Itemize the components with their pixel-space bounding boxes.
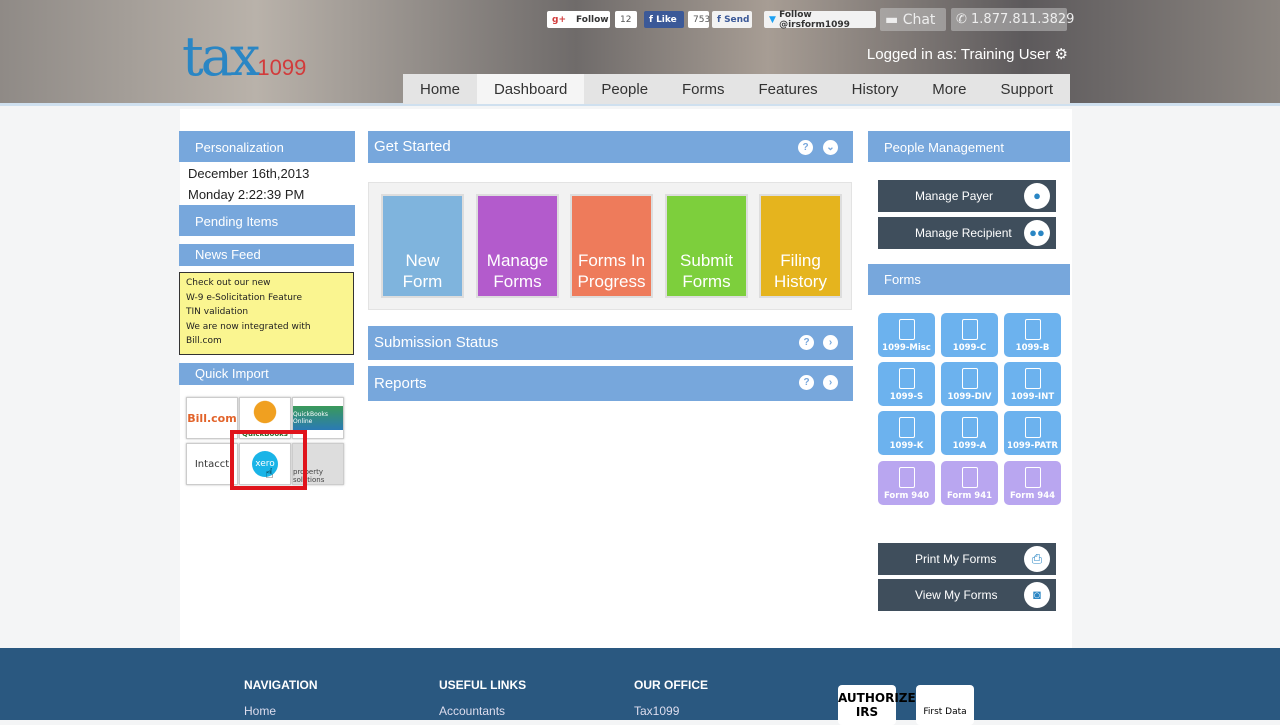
footer-useful-links-heading: USEFUL LINKS (439, 678, 527, 692)
gplus-follow-button[interactable]: g+ Follow (547, 11, 610, 28)
tile-filing-history[interactable]: Filing History (759, 194, 842, 298)
phone-number: ✆ 1.877.811.3829 (951, 8, 1074, 31)
forms-header: Forms (868, 264, 1070, 295)
form-1099-k[interactable]: 1099-K (878, 411, 935, 455)
pending-items-header[interactable]: Pending Items (179, 205, 355, 236)
tile-manage-forms[interactable]: Manage Forms (476, 194, 559, 298)
header: tax1099 g+ Follow 12 f Like 753 f Send ▼ … (0, 0, 1280, 106)
expand-icon[interactable]: › (823, 375, 838, 390)
get-started-tiles: New Form Manage Forms Forms In Progress Sub… (368, 182, 852, 310)
collapse-icon[interactable]: ⌄ (823, 140, 838, 155)
nav-more[interactable]: More (915, 74, 983, 104)
tile-submit-forms[interactable]: Submit Forms (665, 194, 748, 298)
form-1099-div[interactable]: 1099-DIV (941, 362, 998, 406)
manage-recipient-button[interactable]: Manage Recipient ●● (878, 217, 1056, 249)
help-icon[interactable]: ? (799, 375, 814, 390)
manage-payer-button[interactable]: Manage Payer ● (878, 180, 1056, 212)
view-my-forms-button[interactable]: View My Forms ◙ (878, 579, 1056, 611)
twitter-follow-button[interactable]: ▼ Follow @irsform1099 (764, 10, 876, 30)
nav-history[interactable]: History (835, 74, 916, 104)
get-started-header: Get Started ? ⌄ (368, 131, 853, 163)
current-date: December 16th,2013 (188, 166, 310, 181)
footer-office-heading: OUR OFFICE (634, 678, 708, 692)
form-1099-int[interactable]: 1099-INT (1004, 362, 1061, 406)
news-item[interactable]: TIN validation (186, 305, 347, 320)
user-icon: ● (1024, 183, 1050, 209)
nav-support[interactable]: Support (983, 74, 1070, 104)
nav-forms[interactable]: Forms (665, 74, 741, 104)
news-feed: Check out our new W-9 e-Solicitation Fea… (179, 272, 354, 355)
print-my-forms-button[interactable]: Print My Forms ⎙ (878, 543, 1056, 575)
footer-link-home[interactable]: Home (244, 704, 276, 718)
printer-icon: ⎙ (1024, 546, 1050, 572)
logged-in-user[interactable]: Logged in as: Training User ⚙ (867, 45, 1068, 63)
people-management-header: People Management (868, 131, 1070, 162)
main-nav: Home Dashboard People Forms Features His… (403, 74, 1070, 104)
news-feed-header: News Feed (179, 244, 354, 266)
footer-link-accountants[interactable]: Accountants (439, 704, 505, 718)
gear-icon[interactable]: ⚙ (1055, 46, 1068, 63)
fb-like-count: 753 (688, 11, 710, 28)
news-item[interactable]: W-9 e-Solicitation Feature (186, 291, 347, 306)
quick-import-header: Quick Import (179, 363, 354, 385)
expand-icon[interactable]: › (823, 335, 838, 350)
form-1099-s[interactable]: 1099-S (878, 362, 935, 406)
chat-button[interactable]: ▬ Chat (880, 8, 946, 31)
first-data-badge: First Data (916, 685, 974, 725)
fb-like-button[interactable]: f Like (644, 11, 684, 28)
form-941[interactable]: Form 941 (941, 461, 998, 505)
help-icon[interactable]: ? (798, 140, 813, 155)
nav-dashboard[interactable]: Dashboard (476, 74, 585, 104)
form-1099-b[interactable]: 1099-B (1004, 313, 1061, 357)
tile-forms-in-progress[interactable]: Forms In Progress (570, 194, 653, 298)
nav-people[interactable]: People (584, 74, 665, 104)
help-icon[interactable]: ? (799, 335, 814, 350)
hand-cursor-icon: ☝ (265, 466, 274, 482)
footer-office-name: Tax1099 (634, 704, 680, 718)
form-1099-c[interactable]: 1099-C (941, 313, 998, 357)
logo[interactable]: tax1099 (182, 30, 306, 84)
view-icon: ◙ (1024, 582, 1050, 608)
form-1099-patr[interactable]: 1099-PATR (1004, 411, 1061, 455)
fb-send-button[interactable]: f Send (712, 11, 752, 28)
submission-status-header[interactable]: Submission Status ? › (368, 326, 853, 360)
gplus-count: 12 (615, 11, 637, 28)
news-item[interactable]: We are now integrated with Bill.com (186, 320, 347, 349)
tile-new-form[interactable]: New Form (381, 194, 464, 298)
current-time: Monday 2:22:39 PM (188, 187, 305, 202)
irs-authorized-badge: AUTHORIZED IRS (838, 685, 926, 725)
form-940[interactable]: Form 940 (878, 461, 935, 505)
news-item[interactable]: Check out our new (186, 276, 347, 291)
footer-navigation-heading: NAVIGATION (244, 678, 318, 692)
form-1099-a[interactable]: 1099-A (941, 411, 998, 455)
personalization-header: Personalization (179, 131, 355, 162)
form-944[interactable]: Form 944 (1004, 461, 1061, 505)
nav-features[interactable]: Features (742, 74, 835, 104)
nav-home[interactable]: Home (403, 74, 477, 104)
form-1099-misc[interactable]: 1099-Misc (878, 313, 935, 357)
reports-header[interactable]: Reports ? › (368, 366, 853, 401)
footer: NAVIGATION Home USEFUL LINKS Accountants… (0, 648, 1280, 725)
users-icon: ●● (1024, 220, 1050, 246)
